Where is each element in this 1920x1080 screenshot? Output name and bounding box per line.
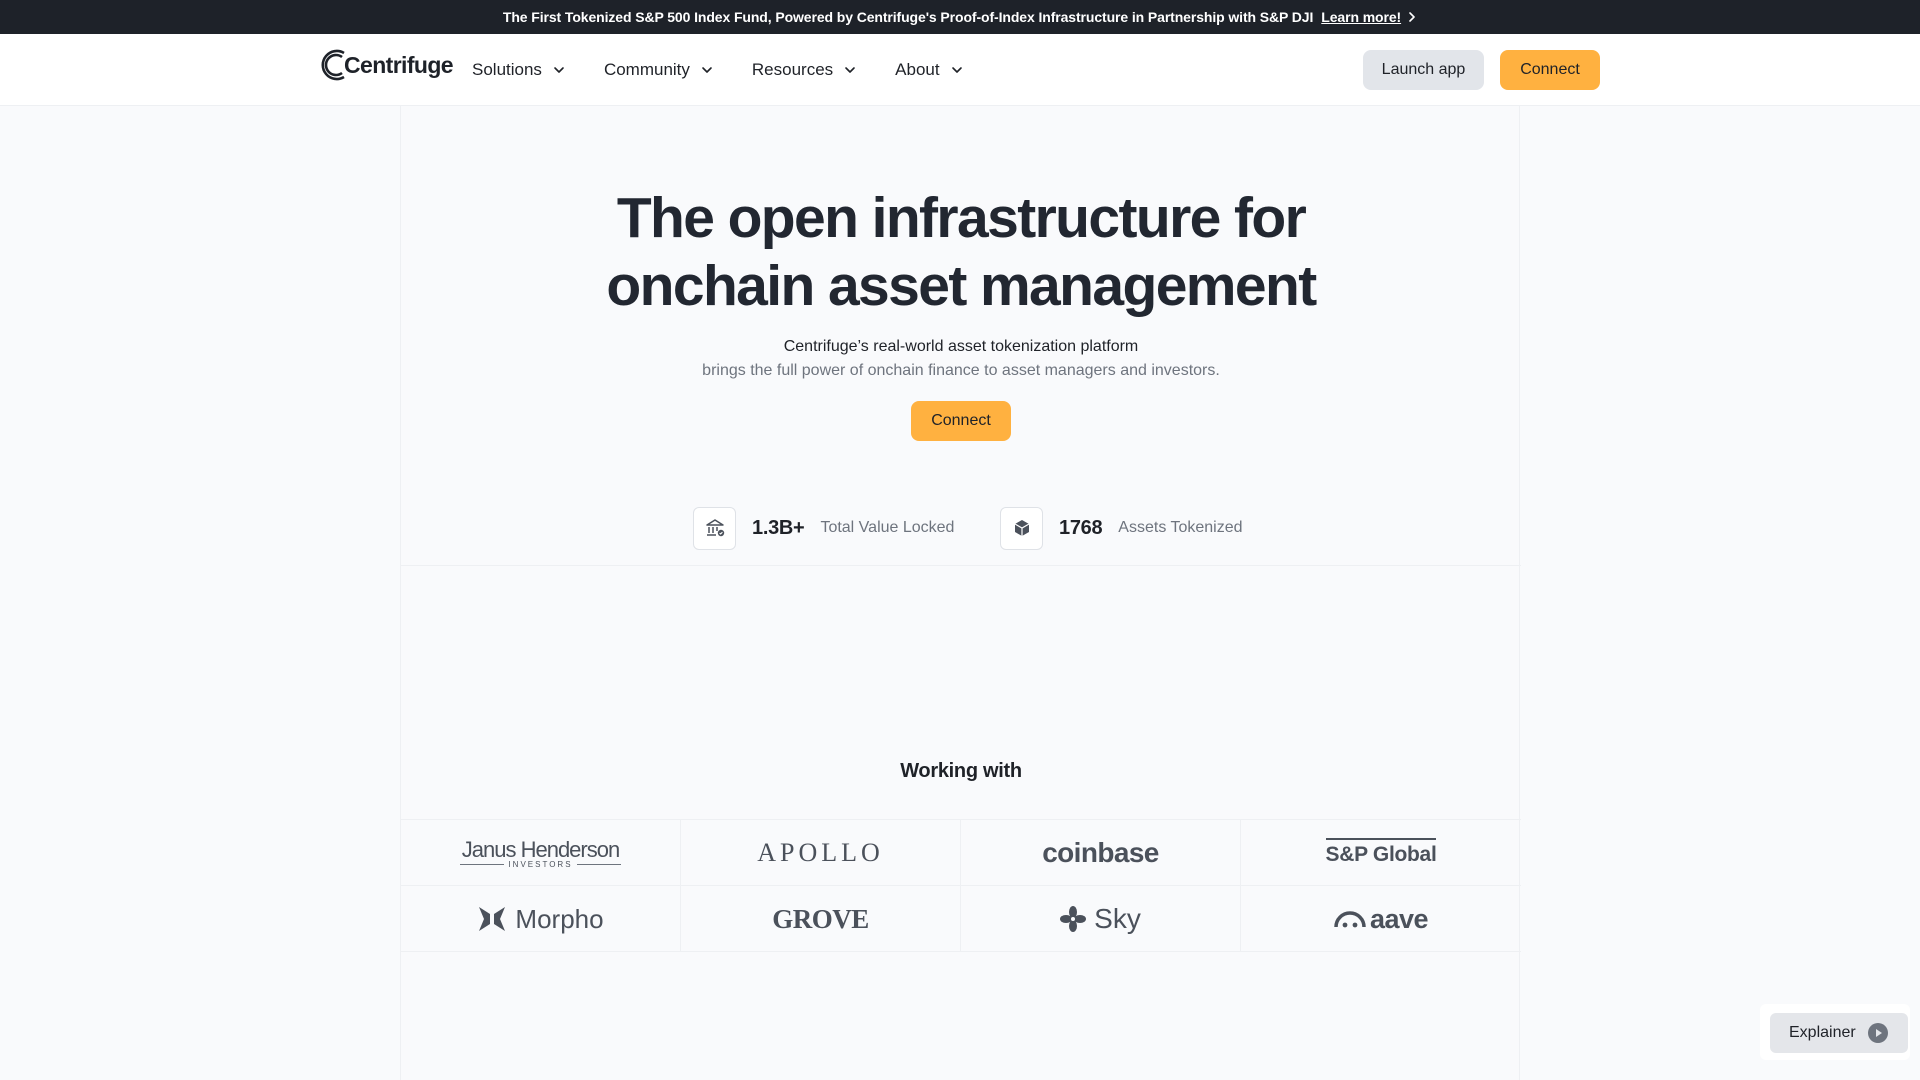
hero-title: The open infrastructure for onchain asse… xyxy=(401,184,1521,320)
stat-value: 1.3B+ xyxy=(752,516,805,539)
logo-text: GROVE xyxy=(772,903,869,934)
explainer-widget: Explainer xyxy=(1760,1004,1910,1060)
learn-more-link[interactable]: Learn more! xyxy=(1321,9,1401,25)
nav-community[interactable]: Community xyxy=(604,60,714,80)
logo-text: S&P Global xyxy=(1325,843,1437,866)
main-content: The open infrastructure for onchain asse… xyxy=(400,106,1521,1080)
partners-title: Working with xyxy=(900,760,1022,782)
partner-logo-janus-henderson: Janus Henderson INVESTORS xyxy=(401,820,681,886)
nav-about[interactable]: About xyxy=(895,60,963,80)
main-nav: Solutions Community Resources About xyxy=(472,34,1002,106)
launch-app-button[interactable]: Launch app xyxy=(1363,50,1484,90)
chevron-down-icon xyxy=(702,67,712,73)
stat-assets-tokenized: 1768 Assets Tokenized xyxy=(1000,506,1243,550)
logo-subtext: INVESTORS xyxy=(508,859,573,869)
nav-community-label: Community xyxy=(603,60,690,79)
nav-about-label: About xyxy=(895,60,940,79)
nav-resources[interactable]: Resources xyxy=(752,60,857,80)
sky-flower-icon xyxy=(1060,906,1087,932)
partner-logo-aave: aave xyxy=(1241,886,1521,952)
partner-logo-sp-global: S&P Global xyxy=(1241,820,1521,886)
stat-value: 1768 xyxy=(1059,516,1103,539)
play-icon xyxy=(1868,1023,1888,1043)
connect-button-header[interactable]: Connect xyxy=(1500,50,1600,90)
partner-logo-sky: Sky xyxy=(961,886,1241,952)
site-header: Centrifuge Solutions Community Resources… xyxy=(0,34,1920,106)
announcement-text: The First Tokenized S&P 500 Index Fund, … xyxy=(502,9,1314,25)
hero-subtitle: Centrifuge’s real-world asset tokenizati… xyxy=(783,338,1139,355)
aave-ghost-icon xyxy=(1334,911,1366,928)
chevron-down-icon xyxy=(554,67,564,73)
logo-text: aave xyxy=(1369,903,1429,934)
explainer-label: Explainer xyxy=(1789,1024,1856,1041)
nav-solutions[interactable]: Solutions xyxy=(472,60,566,80)
logo-text: Sky xyxy=(1094,903,1141,934)
partner-logo-apollo: APOLLO xyxy=(681,820,961,886)
centrifuge-logo[interactable]: Centrifuge xyxy=(318,47,454,83)
stat-label: Total Value Locked xyxy=(820,519,955,536)
stat-label: Assets Tokenized xyxy=(1118,519,1243,536)
partner-logo-coinbase: coinbase xyxy=(961,820,1241,886)
partner-logo-grove: GROVE xyxy=(681,886,961,952)
nav-solutions-label: Solutions xyxy=(472,60,542,79)
partner-logo-morpho: Morpho xyxy=(401,886,681,952)
connect-button-hero[interactable]: Connect xyxy=(911,401,1011,441)
hero-title-line1: The open infrastructure for xyxy=(616,186,1307,250)
nav-resources-label: Resources xyxy=(751,60,834,79)
hero-title-line2: onchain asset management xyxy=(606,254,1317,318)
cube-icon xyxy=(1000,506,1043,550)
bank-icon xyxy=(693,506,736,550)
logo-text: APOLLO xyxy=(757,837,884,867)
stats-row: 1.3B+ Total Value Locked 1768 Assets Tok… xyxy=(401,506,1521,566)
stat-total-value-locked: 1.3B+ Total Value Locked xyxy=(693,506,954,550)
partner-logo-grid: Janus Henderson INVESTORS APOLLO coinbas… xyxy=(401,819,1521,952)
announcement-bar: The First Tokenized S&P 500 Index Fund, … xyxy=(0,0,1920,34)
morpho-butterfly-icon xyxy=(479,907,506,931)
chevron-down-icon xyxy=(951,67,962,73)
logo-text: coinbase xyxy=(1042,836,1159,868)
hero-description: brings the full power of onchain finance… xyxy=(702,362,1220,379)
chevron-down-icon xyxy=(845,67,855,73)
explainer-button[interactable]: Explainer xyxy=(1770,1013,1908,1053)
chevron-right-icon[interactable] xyxy=(1407,12,1417,22)
logo-text: Morpho xyxy=(515,903,604,934)
logo-wordmark: Centrifuge xyxy=(344,51,454,78)
